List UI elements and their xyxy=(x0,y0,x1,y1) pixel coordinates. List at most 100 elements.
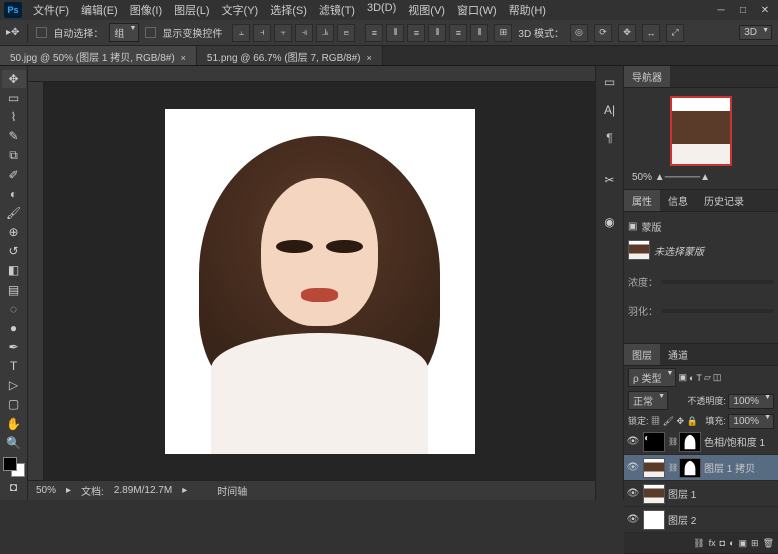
actions-icon[interactable]: ✂ xyxy=(598,168,622,192)
close-button[interactable]: ✕ xyxy=(756,3,774,17)
ruler-horizontal[interactable] xyxy=(28,66,595,82)
lock-pixels-icon[interactable]: 🖌 xyxy=(663,416,674,426)
maximize-button[interactable]: □ xyxy=(734,3,752,17)
layer-thumb[interactable] xyxy=(643,458,665,478)
delete-layer-icon[interactable]: 🗑 xyxy=(763,538,774,549)
menu-type[interactable]: 文字(Y) xyxy=(217,0,264,20)
auto-align-icon[interactable]: ⊞ xyxy=(494,24,512,42)
heal-tool[interactable]: ◐ xyxy=(2,185,26,203)
ruler-vertical[interactable] xyxy=(28,82,44,480)
marquee-tool[interactable]: ▭ xyxy=(2,89,26,107)
quickmask-toggle[interactable]: ◘ xyxy=(2,478,26,496)
layer-name[interactable]: 色相/饱和度 1 xyxy=(704,434,765,449)
3d-roll-icon[interactable]: ⟳ xyxy=(594,24,612,42)
adjustment-layer-icon[interactable]: ◐ xyxy=(729,538,734,548)
info-tab[interactable]: 信息 xyxy=(660,190,696,211)
distribute-icon[interactable]: ≡ xyxy=(407,24,425,42)
lock-position-icon[interactable]: ✥ xyxy=(677,416,685,426)
3d-pan-icon[interactable]: ✥ xyxy=(618,24,636,42)
layers-tab[interactable]: 图层 xyxy=(624,344,660,365)
move-tool-icon[interactable]: ▸✥ xyxy=(6,27,19,38)
filter-adjust-icon[interactable]: ◐ xyxy=(689,373,694,383)
filter-shape-icon[interactable]: ▱ xyxy=(704,372,711,383)
timeline-label[interactable]: 时间轴 xyxy=(217,483,247,498)
color-swatches[interactable] xyxy=(3,457,25,477)
brush-tool[interactable]: 🖌 xyxy=(2,204,26,222)
menu-file[interactable]: 文件(F) xyxy=(28,0,74,20)
transform-controls-checkbox[interactable] xyxy=(145,27,156,38)
new-layer-icon[interactable]: ⊞ xyxy=(751,538,759,549)
layer-fx-icon[interactable]: fx xyxy=(709,538,716,548)
visibility-icon[interactable]: 👁 xyxy=(626,436,640,447)
align-vcenter-icon[interactable]: ⫞ xyxy=(253,24,271,42)
canvas[interactable] xyxy=(165,109,475,454)
pen-tool[interactable]: ✒ xyxy=(2,338,26,356)
tab-close-icon[interactable]: × xyxy=(181,53,186,63)
layer-name[interactable]: 图层 2 xyxy=(668,512,696,527)
layer-row[interactable]: 👁 图层 1 xyxy=(624,481,778,507)
type-tool[interactable]: T xyxy=(2,357,26,375)
feather-slider[interactable] xyxy=(662,309,774,313)
distribute-icon[interactable]: ⦀ xyxy=(386,24,404,42)
menu-window[interactable]: 窗口(W) xyxy=(452,0,502,20)
filter-pixel-icon[interactable]: ▣ xyxy=(678,372,687,383)
3d-slide-icon[interactable]: ↔ xyxy=(642,24,660,42)
visibility-icon[interactable]: 👁 xyxy=(626,462,640,473)
auto-select-checkbox[interactable] xyxy=(36,27,47,38)
lock-transparent-icon[interactable]: ▦ xyxy=(651,416,660,426)
dodge-tool[interactable]: ● xyxy=(2,319,26,337)
align-hcenter-icon[interactable]: ⫡ xyxy=(316,24,334,42)
channels-tab[interactable]: 通道 xyxy=(660,344,696,365)
3d-scale-icon[interactable]: ⤢ xyxy=(666,24,684,42)
lasso-tool[interactable]: ⌇ xyxy=(2,108,26,126)
menu-view[interactable]: 视图(V) xyxy=(403,0,450,20)
distribute-icon[interactable]: ⦀ xyxy=(428,24,446,42)
opacity-input[interactable]: 100% xyxy=(728,394,774,409)
align-left-icon[interactable]: ⫣ xyxy=(295,24,313,42)
auto-select-dropdown[interactable]: 组 xyxy=(109,23,139,42)
crop-tool[interactable]: ⧉ xyxy=(2,147,26,165)
navigator-tab[interactable]: 导航器 xyxy=(624,66,670,87)
group-icon[interactable]: ▣ xyxy=(739,538,748,549)
menu-edit[interactable]: 编辑(E) xyxy=(76,0,123,20)
zoom-tool[interactable]: 🔍 xyxy=(2,434,26,452)
menu-layer[interactable]: 图层(L) xyxy=(169,0,214,20)
align-bottom-icon[interactable]: ⫟ xyxy=(274,24,292,42)
hand-tool[interactable]: ✋ xyxy=(2,415,26,433)
density-slider[interactable] xyxy=(662,280,774,284)
layer-name[interactable]: 图层 1 xyxy=(668,486,696,501)
document-tab[interactable]: 51.png @ 66.7% (图层 7, RGB/8#)× xyxy=(197,46,383,65)
gradient-tool[interactable]: ▤ xyxy=(2,281,26,299)
blur-tool[interactable]: ◌ xyxy=(2,300,26,318)
nav-zoom-value[interactable]: 50% xyxy=(632,172,652,183)
layer-thumb[interactable] xyxy=(643,510,665,530)
layer-name[interactable]: 图层 1 拷贝 xyxy=(704,460,755,475)
menu-filter[interactable]: 滤镜(T) xyxy=(314,0,360,20)
quick-select-tool[interactable]: ✎ xyxy=(2,127,26,145)
3d-orbit-icon[interactable]: ◎ xyxy=(570,24,588,42)
tab-close-icon[interactable]: × xyxy=(366,53,371,63)
fill-input[interactable]: 100% xyxy=(728,414,774,429)
align-top-icon[interactable]: ⫠ xyxy=(232,24,250,42)
distribute-icon[interactable]: ≡ xyxy=(365,24,383,42)
mask-thumb[interactable] xyxy=(679,432,701,452)
layer-filter-dropdown[interactable]: ρ 类型 xyxy=(628,368,676,387)
color-icon[interactable]: ◉ xyxy=(598,210,622,234)
mask-thumb[interactable] xyxy=(679,458,701,478)
minimize-button[interactable]: ─ xyxy=(712,3,730,17)
visibility-icon[interactable]: 👁 xyxy=(626,488,640,499)
lock-all-icon[interactable]: 🔒 xyxy=(687,416,698,426)
link-layers-icon[interactable]: ⛓ xyxy=(693,538,704,549)
layer-row[interactable]: 👁 ◐ ⛓ 色相/饱和度 1 xyxy=(624,429,778,455)
layer-thumb[interactable]: ◐ xyxy=(643,432,665,452)
zoom-value[interactable]: 50% xyxy=(36,485,56,496)
eyedropper-tool[interactable]: ✐ xyxy=(2,166,26,184)
layer-row[interactable]: 👁 ⛓ 图层 1 拷贝 xyxy=(624,455,778,481)
menu-3d[interactable]: 3D(D) xyxy=(362,0,401,20)
menu-help[interactable]: 帮助(H) xyxy=(504,0,551,20)
navigator-thumbnail[interactable] xyxy=(670,96,732,166)
filter-type-icon[interactable]: T xyxy=(696,373,702,383)
history-brush-tool[interactable]: ↺ xyxy=(2,242,26,260)
document-tab[interactable]: 50.jpg @ 50% (图层 1 拷贝, RGB/8#)× xyxy=(0,46,197,65)
zoom-out-icon[interactable]: ▲ xyxy=(655,172,665,183)
